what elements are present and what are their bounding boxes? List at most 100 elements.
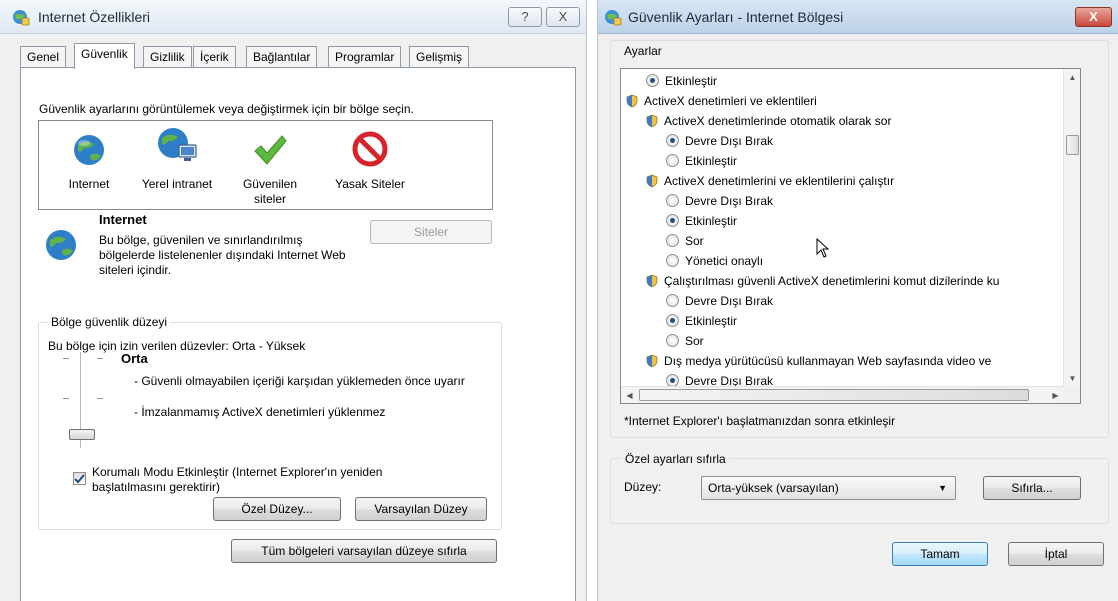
help-button[interactable]: ? — [508, 7, 542, 27]
tab-content[interactable]: İçerik — [193, 46, 236, 68]
scroll-thumb[interactable] — [1066, 135, 1079, 155]
setting-option[interactable]: Etkinleştir — [666, 151, 737, 171]
window-title: Güvenlik Ayarları - Internet Bölgesi — [628, 9, 844, 25]
radio-button[interactable] — [666, 234, 679, 247]
tab-programs[interactable]: Programlar — [328, 46, 402, 68]
level-name: Orta — [121, 351, 148, 366]
setting-category: ActiveX denetimlerini ve eklentilerini ç… — [646, 171, 894, 191]
radio-button[interactable] — [666, 254, 679, 267]
setting-option[interactable]: Devre Dışı Bırak — [666, 131, 773, 151]
setting-option[interactable]: Sor — [666, 331, 704, 351]
chevron-down-icon: ▼ — [938, 483, 947, 493]
zone-label: Internet — [68, 177, 110, 191]
allowed-levels-text: Bu bölge için izin verilen düzevler: Ort… — [48, 339, 306, 353]
setting-option[interactable]: Yönetici onaylı — [666, 251, 763, 271]
internet-properties-window: Internet Özellikleri ? X Genel Güvenlik … — [0, 0, 587, 601]
setting-label: Çalıştırılması güvenli ActiveX denetimle… — [664, 274, 1000, 288]
reset-level-value: Orta-yüksek (varsayılan) — [708, 481, 839, 495]
setting-option[interactable]: Etkinleştir — [646, 71, 717, 91]
window-title: Internet Özellikleri — [38, 9, 151, 25]
radio-button[interactable] — [666, 214, 679, 227]
close-button[interactable]: X — [1075, 7, 1112, 27]
setting-label: Sor — [685, 234, 704, 248]
setting-option[interactable]: Devre Dışı Bırak — [666, 291, 773, 311]
zone-prompt: Güvenlik ayarlarını görüntülemek veya de… — [39, 102, 414, 116]
tab-privacy[interactable]: Gizlilik — [143, 46, 192, 68]
selected-zone-description: Bu bölge, güvenilen ve sınırlandırılmış … — [99, 233, 346, 277]
scroll-left-icon[interactable]: ◀ — [621, 387, 638, 403]
globe-icon — [74, 135, 104, 165]
title-bar: Güvenlik Ayarları - Internet Bölgesi X — [598, 0, 1118, 34]
security-setting-icon — [646, 114, 658, 128]
security-level-title: Bölge güvenlik düzeyi — [48, 315, 171, 329]
protected-mode-checkbox[interactable] — [73, 472, 86, 485]
checkmark-icon — [254, 135, 287, 165]
scroll-down-icon[interactable]: ▼ — [1064, 370, 1080, 387]
prohibited-icon — [352, 131, 388, 167]
setting-option[interactable]: Devre Dışı Bırak — [666, 191, 773, 211]
setting-category: ActiveX denetimlerinde otomatik olarak s… — [646, 111, 891, 131]
zone-internet[interactable]: Internet — [57, 133, 121, 192]
scrollbar-corner — [1063, 386, 1080, 403]
radio-button[interactable] — [666, 154, 679, 167]
ok-button[interactable]: Tamam — [892, 542, 988, 566]
slider-tick — [63, 398, 69, 399]
scroll-thumb[interactable] — [639, 389, 1029, 401]
slider-tick — [97, 398, 103, 399]
tab-general[interactable]: Genel — [20, 46, 67, 68]
zone-label: Yasak Siteler — [335, 177, 405, 191]
cancel-button[interactable]: İptal — [1008, 542, 1104, 566]
radio-button[interactable] — [666, 314, 679, 327]
intranet-icon — [158, 128, 197, 161]
setting-label: ActiveX denetimlerini ve eklentilerini ç… — [664, 174, 895, 188]
zone-restricted-sites[interactable]: Yasak Siteler — [329, 131, 411, 192]
setting-category: Çalıştırılması güvenli ActiveX denetimle… — [646, 271, 999, 291]
restart-note: *Internet Explorer'ı başlatmanızdan sonr… — [624, 414, 896, 428]
vertical-scrollbar[interactable]: ▲ ▼ — [1063, 69, 1080, 387]
reset-button[interactable]: Sıfırla... — [983, 476, 1081, 500]
settings-label: Ayarlar — [624, 44, 662, 58]
setting-label: Yönetici onaylı — [685, 254, 764, 268]
sites-button[interactable]: Siteler — [370, 220, 492, 244]
setting-label: Dış medya yürütücüsü kullanmayan Web say… — [664, 354, 992, 368]
radio-button[interactable] — [646, 74, 659, 87]
radio-button[interactable] — [666, 334, 679, 347]
setting-category: Dış medya yürütücüsü kullanmayan Web say… — [646, 351, 991, 371]
internet-options-icon — [605, 10, 622, 26]
tab-security[interactable]: Güvenlik — [74, 43, 135, 69]
protected-mode-label: Korumalı Modu Etkinleştir (Internet Expl… — [92, 465, 383, 494]
scroll-up-icon[interactable]: ▲ — [1064, 69, 1080, 86]
reset-all-zones-button[interactable]: Tüm bölgeleri varsayılan düzeye sıfırla — [231, 539, 497, 563]
setting-label: ActiveX denetimlerinde otomatik olarak s… — [664, 114, 892, 128]
radio-button[interactable] — [666, 294, 679, 307]
setting-label: Etkinleştir — [665, 74, 718, 88]
title-bar: Internet Özellikleri ? X — [0, 0, 586, 34]
horizontal-scrollbar[interactable]: ◀ ▶ — [621, 386, 1064, 403]
security-settings-window: Güvenlik Ayarları - Internet Bölgesi X A… — [597, 0, 1118, 601]
close-button[interactable]: X — [546, 7, 580, 27]
radio-button[interactable] — [666, 134, 679, 147]
setting-label: Sor — [685, 334, 704, 348]
zone-trusted-sites[interactable]: Güvenilen siteler — [235, 133, 305, 207]
security-setting-icon — [626, 94, 638, 108]
setting-category: ActiveX denetimleri ve eklentileri — [626, 91, 817, 111]
default-level-button[interactable]: Varsayılan Düzey — [355, 497, 487, 521]
level-label: Düzey: — [624, 480, 662, 494]
tab-connections[interactable]: Bağlantılar — [246, 46, 318, 68]
setting-option[interactable]: Etkinleştir — [666, 311, 737, 331]
custom-level-button[interactable]: Özel Düzey... — [213, 497, 341, 521]
security-setting-icon — [646, 354, 658, 368]
setting-label: Etkinleştir — [685, 154, 738, 168]
radio-button[interactable] — [666, 194, 679, 207]
reset-group-title: Özel ayarları sıfırla — [622, 452, 729, 466]
scroll-right-icon[interactable]: ▶ — [1047, 387, 1064, 403]
setting-option[interactable]: Etkinleştir — [666, 211, 737, 231]
reset-level-select[interactable]: Orta-yüksek (varsayılan) ▼ — [701, 476, 956, 500]
zone-label: Yerel intranet — [141, 177, 213, 191]
tab-advanced[interactable]: Gelişmiş — [409, 46, 470, 68]
setting-option[interactable]: Sor — [666, 231, 704, 251]
security-level-slider[interactable] — [69, 429, 95, 440]
level-bullet: - Güvenli olmayabilen içeriği karşıdan y… — [134, 374, 465, 388]
zone-local-intranet[interactable]: Yerel intranet — [135, 125, 219, 192]
settings-tree[interactable]: Etkinleştir ActiveX denetimleri ve eklent… — [620, 68, 1081, 404]
